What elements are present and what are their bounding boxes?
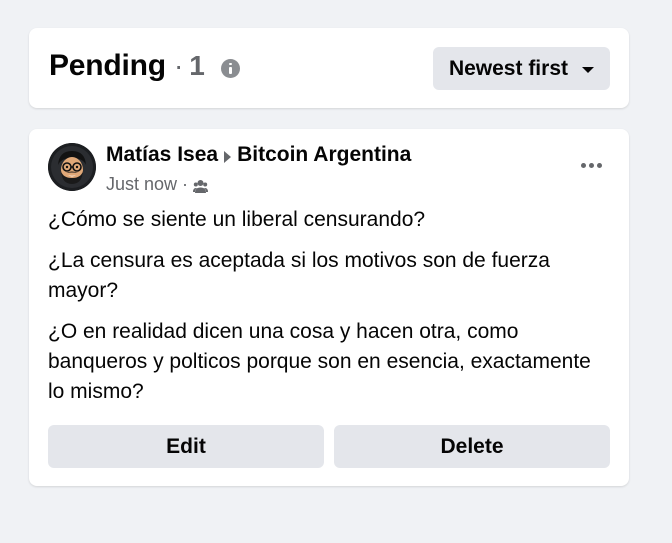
sort-dropdown-button[interactable]: Newest first <box>432 47 610 90</box>
post-body: ¿Cómo se siente un liberal censurando? ¿… <box>48 205 608 418</box>
pending-header-card: Pending · 1 Newest first <box>29 28 629 108</box>
post-meta: Just now · <box>106 174 209 195</box>
meta-separator: · <box>182 174 189 194</box>
post-paragraph: ¿La censura es aceptada si los motivos s… <box>48 249 550 302</box>
info-icon[interactable] <box>220 58 240 78</box>
pending-count: 1 <box>189 50 205 81</box>
sort-label: Newest first <box>448 56 568 80</box>
edit-button[interactable]: Edit <box>48 425 324 468</box>
post-paragraph: ¿Cómo se siente un liberal censurando? <box>48 208 426 231</box>
more-dot <box>596 162 602 168</box>
post-actions: Edit Delete <box>48 425 610 468</box>
arrow-right-icon <box>224 150 232 163</box>
post-paragraph: ¿O en realidad dicen una cosa y hacen ot… <box>48 320 591 403</box>
delete-button[interactable]: Delete <box>334 425 610 468</box>
pending-label: Pending <box>49 49 166 82</box>
caret-down-icon <box>582 67 594 73</box>
avatar-image <box>48 143 96 191</box>
author-name[interactable]: Matías Isea <box>106 143 218 167</box>
group-icon <box>193 179 209 193</box>
post-timestamp[interactable]: Just now <box>106 174 177 195</box>
more-options-button[interactable] <box>573 151 609 179</box>
title-separator: · <box>173 50 184 81</box>
pending-post-card: Matías Isea Bitcoin Argentina Just now ·… <box>29 129 629 486</box>
pending-title: Pending · 1 <box>49 48 240 84</box>
more-horizontal-icon <box>580 162 586 168</box>
group-name[interactable]: Bitcoin Argentina <box>237 143 411 167</box>
avatar[interactable] <box>48 143 96 191</box>
more-dot <box>588 162 594 168</box>
author-line: Matías Isea Bitcoin Argentina <box>106 143 411 167</box>
